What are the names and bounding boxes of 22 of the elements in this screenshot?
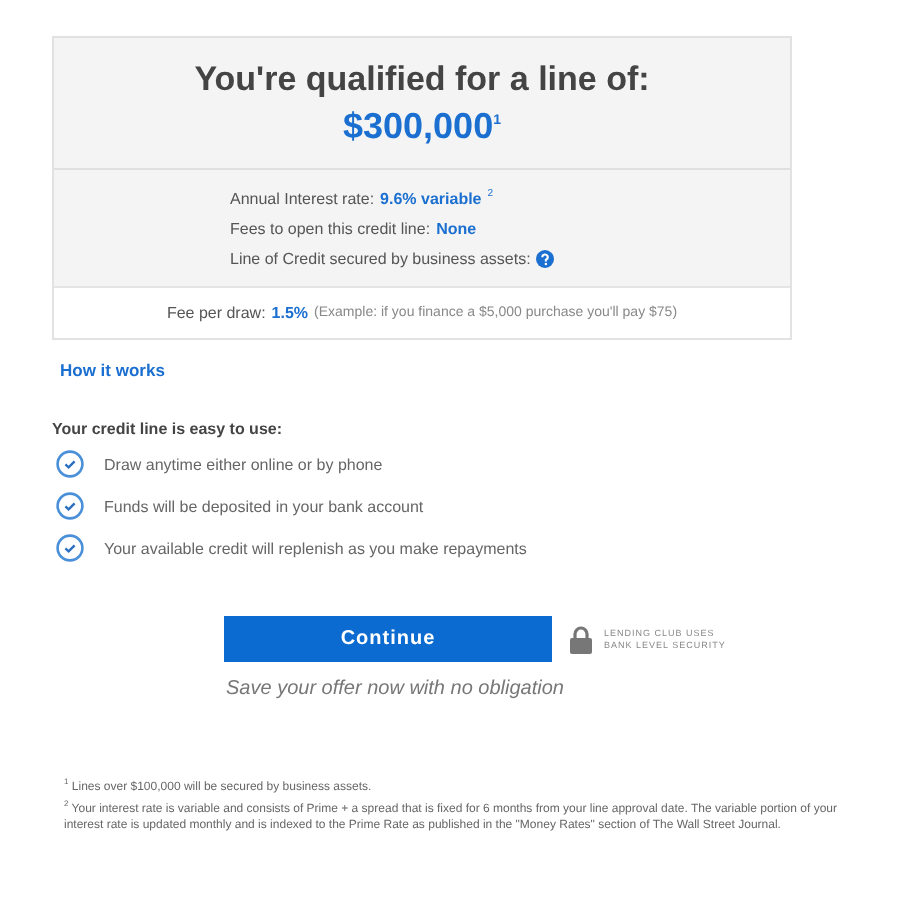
lock-icon — [570, 625, 592, 653]
detail-value: 9.6% variable — [380, 188, 482, 212]
save-offer-note: Save your offer now with no obligation — [226, 678, 566, 700]
detail-label: Annual Interest rate: — [230, 188, 375, 212]
benefit-text: Your available credit will replenish as you make repayments — [104, 539, 527, 557]
fee-label: Fee per draw: — [166, 304, 266, 322]
help-icon[interactable] — [536, 250, 555, 268]
credit-amount: $300,000$^{1}$ — [343, 103, 501, 147]
detail-label: Line of Credit secured by business assets: — [230, 248, 531, 272]
offer-heading: You're qualified for a line of: — [194, 59, 650, 99]
continue-button[interactable]: Continue — [224, 616, 552, 662]
benefits-title: Your credit line is easy to use: — [52, 420, 284, 438]
check-circle-icon — [56, 492, 84, 520]
benefit-text: Funds will be deposited in your bank account — [104, 497, 424, 515]
detail-value: None — [436, 218, 477, 242]
footnote-mark: 2 — [487, 186, 494, 204]
detail-label: Fees to open this credit line: — [230, 218, 431, 242]
benefit-text: Draw anytime either online or by phone — [104, 455, 383, 473]
check-circle-icon — [56, 534, 84, 562]
check-circle-icon — [56, 450, 84, 478]
how-it-works-link[interactable]: How it works — [60, 360, 165, 380]
fee-value: 1.5% — [271, 304, 309, 322]
